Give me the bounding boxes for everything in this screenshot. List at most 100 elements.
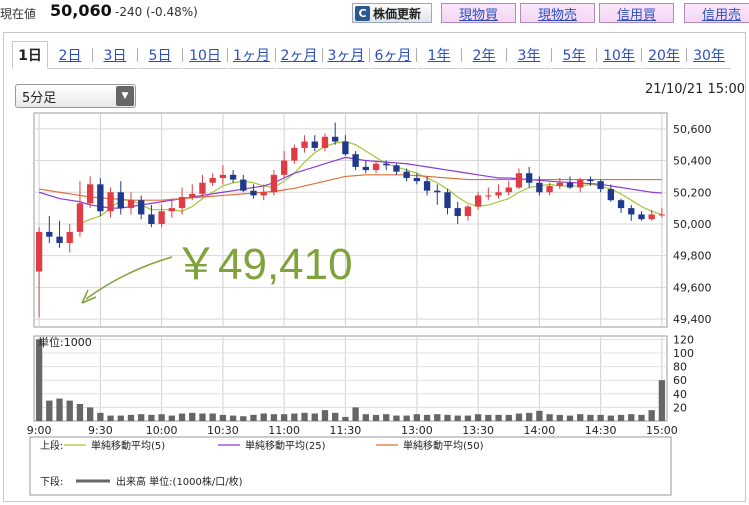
volume-bar — [280, 414, 288, 421]
candle-body — [219, 174, 227, 178]
volume-bar — [301, 412, 308, 421]
y-tick-label: 50,400 — [673, 155, 712, 168]
candle-body — [658, 214, 666, 216]
volume-bar — [403, 415, 410, 421]
volume-bar — [566, 415, 574, 421]
volume-tick-label: 20 — [673, 401, 687, 414]
candle-body — [495, 192, 502, 196]
x-tick-label: 14:00 — [524, 424, 556, 437]
volume-tick-label: 80 — [673, 361, 687, 374]
volume-bar — [464, 415, 472, 421]
refresh-icon: C — [355, 5, 370, 21]
candle-body — [332, 136, 339, 142]
volume-bar — [423, 414, 431, 421]
candle-body — [566, 182, 574, 188]
candle-body — [178, 197, 186, 209]
candle-body — [485, 195, 492, 197]
x-tick-label: 11:00 — [268, 424, 300, 437]
volume-bar — [240, 416, 247, 421]
refresh-label: 株価更新 — [373, 6, 422, 21]
candle-body — [648, 214, 655, 220]
volume-bar — [526, 412, 533, 421]
volume-bar — [434, 414, 441, 421]
price-plot-frame — [33, 112, 668, 328]
candle-body — [454, 208, 461, 217]
candle-body — [526, 173, 533, 183]
y-tick-label: 49,600 — [673, 281, 712, 294]
volume-bar — [546, 414, 553, 421]
candle-body — [434, 190, 441, 193]
candle-body — [628, 208, 635, 215]
legend-ma-label: 単純移動平均(25) — [245, 439, 326, 452]
candle-body — [342, 141, 349, 155]
volume-bar — [362, 414, 369, 421]
volume-bar — [617, 414, 625, 421]
current-price-label: 現在値 — [0, 7, 37, 21]
volume-bar — [474, 414, 482, 421]
candle-body — [280, 160, 288, 175]
candle-body — [372, 163, 380, 171]
candle-body — [138, 200, 145, 215]
legend-volume-label: 出来高 単位:(1000株/口/枚) — [116, 475, 243, 488]
cash-buy-button[interactable]: 現物買 — [441, 3, 516, 23]
candle-body — [444, 192, 451, 209]
x-tick-label: 11:30 — [330, 424, 362, 437]
volume-bar — [495, 414, 502, 421]
candle-body — [148, 214, 155, 224]
volume-bar — [321, 410, 329, 421]
cash-sell-button[interactable]: 現物売 — [520, 3, 595, 23]
y-tick-label: 49,400 — [673, 313, 712, 326]
volume-bar — [199, 413, 206, 421]
volume-bar — [577, 414, 584, 421]
volume-bar — [56, 398, 63, 421]
volume-bar — [454, 415, 461, 421]
legend-upper-label: 上段: — [40, 439, 63, 452]
volume-bar — [189, 412, 196, 421]
candle-body — [393, 165, 400, 172]
candle-body — [311, 141, 318, 148]
candle-body — [638, 214, 645, 220]
candle-body — [107, 192, 114, 212]
margin-sell-button[interactable]: 信用売 — [684, 3, 749, 23]
candle-body — [250, 190, 257, 196]
candle-body — [117, 192, 124, 209]
candle-body — [577, 179, 584, 188]
candle-body — [199, 182, 206, 194]
candle-body — [505, 187, 512, 193]
candle-body — [209, 177, 216, 183]
y-tick-label: 50,200 — [673, 186, 712, 199]
volume-unit-label: 単位:1000 — [38, 335, 92, 349]
volume-tick-label: 100 — [673, 347, 694, 360]
volume-bar — [536, 410, 543, 421]
candle-body — [97, 184, 104, 212]
candle-body — [515, 173, 523, 188]
volume-bar — [587, 414, 594, 421]
candle-body — [597, 181, 604, 190]
chart-panel: 1日 2日 3日 5日 10日 1ヶ月 2ヶ月 3ヶ月 6ヶ月 1年 2年 3年 5年 10年 20年 30年… — [3, 32, 746, 502]
candle-body — [413, 177, 421, 182]
candle-body — [587, 179, 594, 182]
volume-bar — [515, 413, 523, 421]
volume-bar — [413, 414, 421, 421]
candle-body — [76, 203, 84, 232]
margin-buy-button[interactable]: 信用買 — [599, 3, 674, 23]
refresh-price-button[interactable]: C 株価更新 — [352, 3, 432, 23]
volume-tick-label: 60 — [673, 374, 687, 387]
candle-body — [362, 166, 369, 171]
candle-body — [291, 147, 298, 161]
x-tick-label: 13:30 — [462, 424, 494, 437]
volume-bar — [86, 407, 94, 421]
quote-header: 現在値 50,060 -240 (-0.48%) C 株価更新 現物買 現物売 … — [0, 0, 749, 26]
candle-body — [352, 154, 359, 167]
candle-body — [35, 231, 43, 272]
candle-body — [383, 163, 390, 166]
volume-bar — [556, 414, 563, 421]
volume-bar — [66, 400, 73, 421]
volume-bar — [138, 414, 145, 421]
candle-body — [86, 184, 94, 204]
x-tick-label: 9:00 — [27, 424, 52, 437]
candle-body — [158, 211, 165, 224]
volume-bar — [648, 410, 655, 421]
candle-body — [464, 206, 472, 217]
candle-body — [556, 182, 563, 186]
